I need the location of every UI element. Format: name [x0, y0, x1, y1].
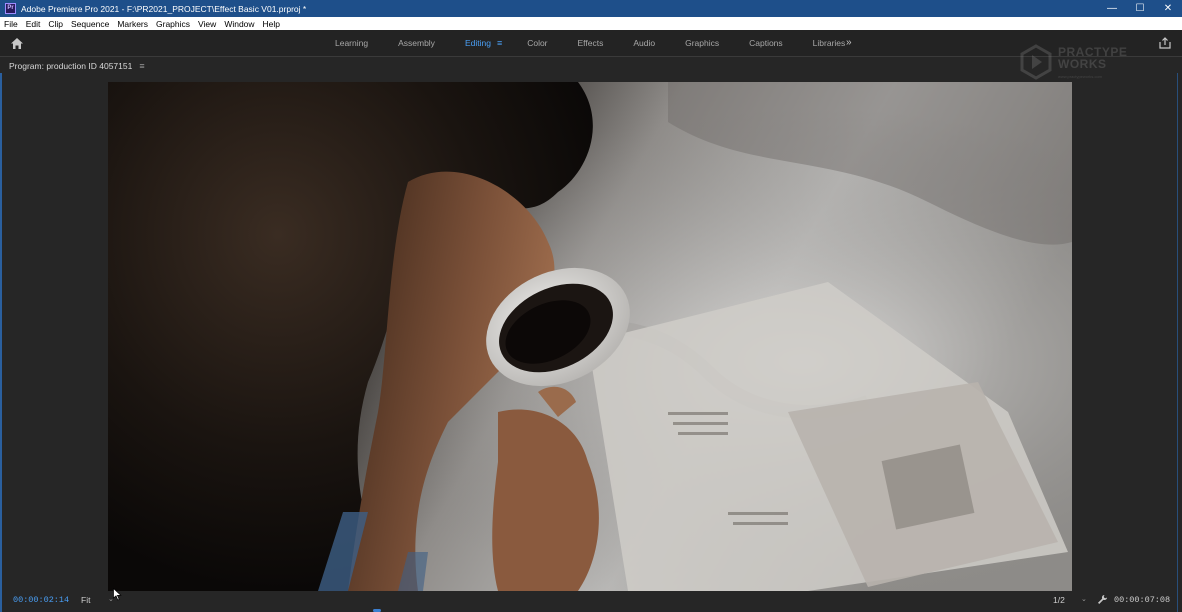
panel-menu-icon[interactable]: ≡: [139, 61, 144, 71]
tab-effects[interactable]: Effects: [563, 38, 619, 48]
close-button[interactable]: ✕: [1154, 0, 1182, 17]
watermark-logo: [1020, 44, 1052, 80]
minimize-button[interactable]: —: [1098, 0, 1126, 17]
mouse-cursor-icon: [113, 588, 122, 601]
tab-color[interactable]: Color: [512, 38, 562, 48]
sequence-duration-timecode: 00:00:07:08: [1114, 595, 1171, 605]
workspace-bar: Learning Assembly Editing ≡ Color Effect…: [0, 30, 1182, 56]
menu-graphics[interactable]: Graphics: [152, 19, 194, 29]
menu-clip[interactable]: Clip: [44, 19, 67, 29]
share-icon[interactable]: [1159, 37, 1171, 49]
channel-watermark: PRACTYPE WORKS www.practypeworks.com: [1018, 44, 1146, 84]
premiere-app-icon: Pr: [5, 3, 16, 14]
menu-sequence[interactable]: Sequence: [67, 19, 113, 29]
menu-markers[interactable]: Markers: [113, 19, 152, 29]
tab-captions[interactable]: Captions: [734, 38, 798, 48]
window-controls: — ☐ ✕: [1098, 0, 1182, 17]
zoom-level-select[interactable]: Fit: [81, 595, 90, 605]
workspace-tabs: Learning Assembly Editing ≡ Color Effect…: [320, 30, 860, 56]
tab-editing[interactable]: Editing: [450, 38, 497, 48]
resolution-dropdown-icon[interactable]: ⌄: [1081, 595, 1087, 603]
menu-file[interactable]: File: [0, 19, 22, 29]
tab-audio[interactable]: Audio: [618, 38, 670, 48]
window-title: Adobe Premiere Pro 2021 - F:\PR2021_PROJ…: [21, 3, 307, 14]
maximize-button[interactable]: ☐: [1126, 0, 1154, 17]
tab-graphics[interactable]: Graphics: [670, 38, 734, 48]
tab-assembly[interactable]: Assembly: [383, 38, 450, 48]
menu-bar: File Edit Clip Sequence Markers Graphics…: [0, 17, 1182, 30]
menu-edit[interactable]: Edit: [22, 19, 45, 29]
menu-help[interactable]: Help: [259, 19, 284, 29]
menu-view[interactable]: View: [194, 19, 220, 29]
program-monitor-tab[interactable]: Program: production ID 4057151 ≡: [9, 61, 145, 71]
home-icon[interactable]: [10, 37, 24, 50]
window-titlebar: Pr Adobe Premiere Pro 2021 - F:\PR2021_P…: [0, 0, 1182, 17]
watermark-name: PRACTYPE WORKS: [1058, 45, 1128, 71]
workspace-menu-icon[interactable]: ≡: [497, 38, 512, 48]
wrench-icon[interactable]: [1097, 594, 1108, 605]
video-image: [108, 82, 1072, 591]
menu-window[interactable]: Window: [220, 19, 258, 29]
more-workspaces-icon[interactable]: »: [846, 37, 852, 48]
program-video-frame[interactable]: [108, 82, 1072, 591]
program-monitor-title: Program: production ID 4057151: [9, 61, 133, 71]
monitor-controls: 00:00:02:14 Fit ⌄ 1/2 ⌄ 00:00:07:08: [0, 591, 1182, 612]
playhead-timecode[interactable]: 00:00:02:14: [13, 595, 69, 605]
playback-resolution-select[interactable]: 1/2: [1053, 595, 1065, 605]
watermark-subtitle: www.practypeworks.com: [1058, 74, 1103, 79]
panel-focus-border-right: [1177, 73, 1178, 612]
tab-learning[interactable]: Learning: [320, 38, 383, 48]
panel-focus-border: [0, 73, 2, 612]
